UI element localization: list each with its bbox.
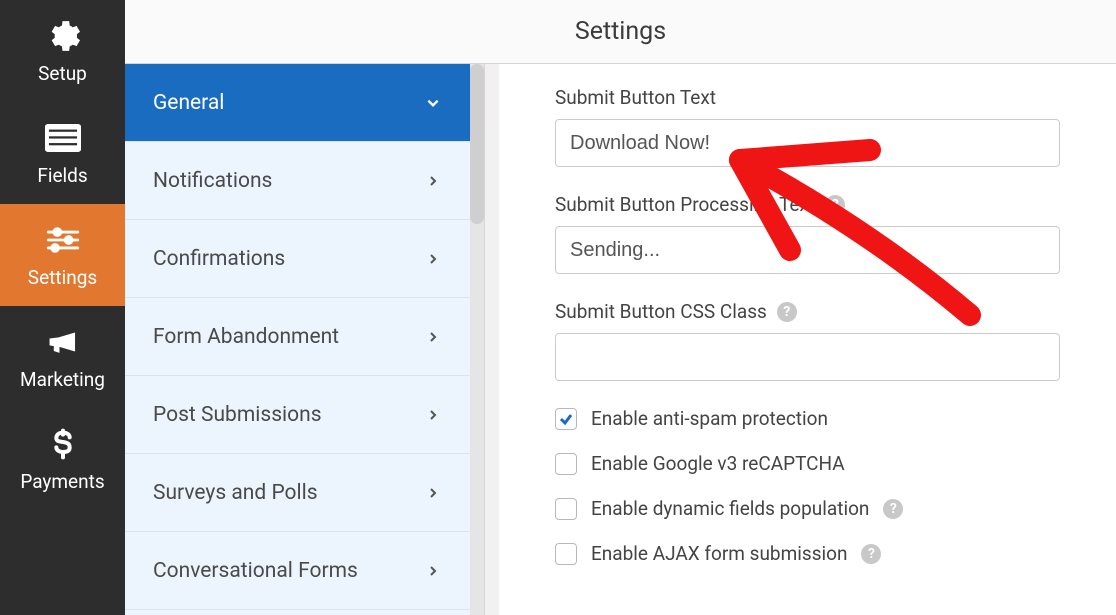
sliders-icon	[45, 222, 81, 258]
nav-item-fields[interactable]: Fields	[0, 102, 125, 204]
nav-label: Fields	[37, 164, 87, 187]
megaphone-icon	[45, 324, 81, 360]
nav-label: Marketing	[20, 368, 105, 391]
checkbox-recaptcha[interactable]	[555, 453, 577, 475]
subnav-label: Notifications	[153, 169, 272, 193]
nav-item-setup[interactable]: Setup	[0, 0, 125, 102]
subnav-label: General	[153, 91, 224, 115]
subnav-label: Surveys and Polls	[153, 481, 318, 505]
subnav-item-surveys[interactable]: Surveys and Polls	[125, 454, 470, 532]
chevron-right-icon	[426, 252, 440, 266]
gear-icon	[45, 18, 81, 54]
checkbox-antispam[interactable]	[555, 408, 577, 430]
chevron-right-icon	[426, 174, 440, 188]
subnav-label: Form Abandonment	[153, 325, 339, 349]
nav-item-settings[interactable]: Settings	[0, 204, 125, 306]
dollar-icon	[45, 426, 81, 462]
list-icon	[45, 120, 81, 156]
nav-label: Setup	[38, 62, 87, 85]
subnav-label: Post Submissions	[153, 403, 322, 427]
nav-label: Payments	[20, 470, 104, 493]
chevron-right-icon	[426, 486, 440, 500]
submit-text-input[interactable]	[555, 119, 1060, 167]
subnav-item-confirmations[interactable]: Confirmations	[125, 220, 470, 298]
nav-item-payments[interactable]: Payments	[0, 408, 125, 510]
chevron-down-icon	[426, 96, 440, 110]
help-icon[interactable]: ?	[861, 544, 881, 564]
subnav-label: Confirmations	[153, 247, 285, 271]
subnav-item-notifications[interactable]: Notifications	[125, 142, 470, 220]
checkbox-dynamic-fields[interactable]	[555, 498, 577, 520]
scrollbar-thumb[interactable]	[470, 64, 484, 224]
chevron-right-icon	[426, 408, 440, 422]
submit-processing-label: Submit Button Processing Text	[555, 193, 815, 216]
subnav-item-general[interactable]: General	[125, 64, 470, 142]
subnav-item-post-submissions[interactable]: Post Submissions	[125, 376, 470, 454]
submit-processing-input[interactable]	[555, 226, 1060, 274]
checkbox-label: Enable AJAX form submission	[591, 542, 847, 565]
help-icon[interactable]: ?	[883, 499, 903, 519]
help-icon[interactable]: ?	[825, 195, 845, 215]
subnav-label: Conversational Forms	[153, 559, 358, 583]
settings-content: Submit Button Text Submit Button Process…	[499, 64, 1116, 615]
checkbox-ajax[interactable]	[555, 543, 577, 565]
nav-item-marketing[interactable]: Marketing	[0, 306, 125, 408]
submit-text-label: Submit Button Text	[555, 86, 1060, 109]
chevron-right-icon	[426, 330, 440, 344]
settings-subnav: General Notifications Confirmations Form…	[125, 64, 485, 615]
primary-nav: Setup Fields Settings Marketing Payments	[0, 0, 125, 615]
submit-css-input[interactable]	[555, 333, 1060, 381]
nav-label: Settings	[28, 266, 97, 289]
checkbox-label: Enable dynamic fields population	[591, 497, 869, 520]
checkbox-label: Enable Google v3 reCAPTCHA	[591, 452, 845, 475]
chevron-right-icon	[426, 564, 440, 578]
checkbox-label: Enable anti-spam protection	[591, 407, 828, 430]
page-title: Settings	[575, 17, 666, 46]
subnav-item-conversational[interactable]: Conversational Forms	[125, 532, 470, 610]
help-icon[interactable]: ?	[777, 302, 797, 322]
page-header: Settings	[125, 0, 1116, 64]
subnav-item-form-abandonment[interactable]: Form Abandonment	[125, 298, 470, 376]
submit-css-label: Submit Button CSS Class	[555, 300, 767, 323]
subnav-scrollbar[interactable]	[470, 64, 484, 615]
